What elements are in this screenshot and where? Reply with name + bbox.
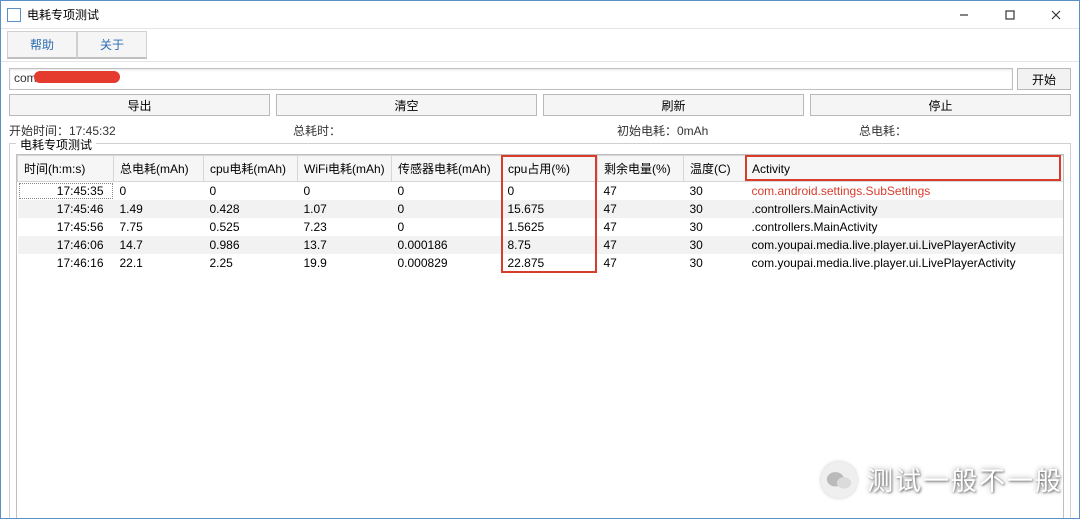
menubar: 帮助 关于	[1, 29, 1079, 62]
cell: 0	[502, 182, 598, 201]
cell: 17:45:35	[18, 182, 114, 201]
cell: 30	[684, 182, 746, 201]
results-legend: 电耗专项测试	[16, 136, 96, 153]
cell: 0	[298, 182, 392, 201]
col-header-0[interactable]: 时间(h:m:s)	[18, 156, 114, 182]
cell: 0	[392, 182, 502, 201]
window-title: 电耗专项测试	[27, 6, 941, 23]
table-row[interactable]: 17:46:0614.70.98613.70.0001868.754730com…	[18, 236, 1065, 254]
minimize-button[interactable]	[941, 1, 987, 28]
maximize-button[interactable]	[987, 1, 1033, 28]
col-header-5[interactable]: cpu占用(%)	[502, 156, 598, 182]
window-controls	[941, 1, 1079, 28]
cell: 30	[684, 254, 746, 272]
cell: 0	[392, 200, 502, 218]
cell: 17:45:56	[18, 218, 114, 236]
init-power-label: 初始电耗：0mAh	[617, 122, 859, 139]
package-row: com 开始	[9, 68, 1071, 90]
cell: 0	[204, 182, 298, 201]
col-header-4[interactable]: 传感器电耗(mAh)	[392, 156, 502, 182]
cell: 30	[684, 236, 746, 254]
cell: 15.675	[502, 200, 598, 218]
col-header-3[interactable]: WiFi电耗(mAh)	[298, 156, 392, 182]
app-icon	[7, 8, 21, 22]
cell: 0.986	[204, 236, 298, 254]
col-header-2[interactable]: cpu电耗(mAh)	[204, 156, 298, 182]
redaction-mark	[34, 71, 120, 83]
table-row[interactable]: 17:45:461.490.4281.07015.6754730.control…	[18, 200, 1065, 218]
table-row[interactable]: 17:45:35000004730com.android.settings.Su…	[18, 182, 1065, 201]
package-input[interactable]: com	[9, 68, 1013, 90]
cell: 7.23	[298, 218, 392, 236]
cell: 1.5625	[502, 218, 598, 236]
table-header-row: 时间(h:m:s)总电耗(mAh)cpu电耗(mAh)WiFi电耗(mAh)传感…	[18, 156, 1065, 182]
cell: 14.7	[114, 236, 204, 254]
col-header-8[interactable]: Activity	[746, 156, 1065, 182]
watermark-text: 测试一般不一般	[867, 461, 1063, 498]
cell: 13.7	[298, 236, 392, 254]
cell: 2.25	[204, 254, 298, 272]
cell: .controllers.MainActivity	[746, 200, 1065, 218]
clear-button[interactable]: 清空	[276, 94, 537, 116]
cell: 22.1	[114, 254, 204, 272]
cell: 1.07	[298, 200, 392, 218]
cell: 19.9	[298, 254, 392, 272]
cell: .controllers.MainActivity	[746, 218, 1065, 236]
body: com 开始 导出 清空 刷新 停止 开始时间：17:45:32 总耗时： 初始…	[1, 62, 1079, 519]
export-button[interactable]: 导出	[9, 94, 270, 116]
cell: 0.000186	[392, 236, 502, 254]
total-power-label: 总电耗：	[859, 122, 1071, 139]
cell: 22.875	[502, 254, 598, 272]
app-window: 电耗专项测试 帮助 关于 com 开始 导出 清空 刷新 停止 开始时间：17:…	[0, 0, 1080, 519]
refresh-button[interactable]: 刷新	[543, 94, 804, 116]
cell: 8.75	[502, 236, 598, 254]
info-row: 开始时间：17:45:32 总耗时： 初始电耗：0mAh 总电耗：	[9, 120, 1071, 141]
watermark: 测试一般不一般	[821, 461, 1063, 498]
cell: 1.49	[114, 200, 204, 218]
cell: 17:46:06	[18, 236, 114, 254]
cell: 7.75	[114, 218, 204, 236]
cell: 47	[598, 182, 684, 201]
cell: 17:45:46	[18, 200, 114, 218]
start-button[interactable]: 开始	[1017, 68, 1071, 90]
cell: 30	[684, 218, 746, 236]
results-table: 时间(h:m:s)总电耗(mAh)cpu电耗(mAh)WiFi电耗(mAh)传感…	[17, 155, 1064, 272]
table-row[interactable]: 17:46:1622.12.2519.90.00082922.8754730co…	[18, 254, 1065, 272]
cell: 0.525	[204, 218, 298, 236]
cell: 47	[598, 254, 684, 272]
col-header-7[interactable]: 温度(C)	[684, 156, 746, 182]
cell: 17:46:16	[18, 254, 114, 272]
col-header-1[interactable]: 总电耗(mAh)	[114, 156, 204, 182]
cell: 47	[598, 200, 684, 218]
action-buttons: 导出 清空 刷新 停止	[9, 94, 1071, 116]
cell: 0	[392, 218, 502, 236]
cell: com.youpai.media.live.player.ui.LivePlay…	[746, 254, 1065, 272]
cell: 30	[684, 200, 746, 218]
cell: 0.428	[204, 200, 298, 218]
cell: 0.000829	[392, 254, 502, 272]
cell: com.android.settings.SubSettings	[746, 182, 1065, 201]
stop-button[interactable]: 停止	[810, 94, 1071, 116]
menu-about[interactable]: 关于	[77, 31, 147, 59]
cell: 47	[598, 218, 684, 236]
cell: 47	[598, 236, 684, 254]
table-row[interactable]: 17:45:567.750.5257.2301.56254730.control…	[18, 218, 1065, 236]
close-button[interactable]	[1033, 1, 1079, 28]
cell: com.youpai.media.live.player.ui.LivePlay…	[746, 236, 1065, 254]
titlebar: 电耗专项测试	[1, 1, 1079, 29]
total-time-label: 总耗时：	[293, 122, 617, 139]
wechat-icon	[821, 462, 857, 498]
cell: 0	[114, 182, 204, 201]
col-header-6[interactable]: 剩余电量(%)	[598, 156, 684, 182]
menu-help[interactable]: 帮助	[7, 31, 77, 59]
